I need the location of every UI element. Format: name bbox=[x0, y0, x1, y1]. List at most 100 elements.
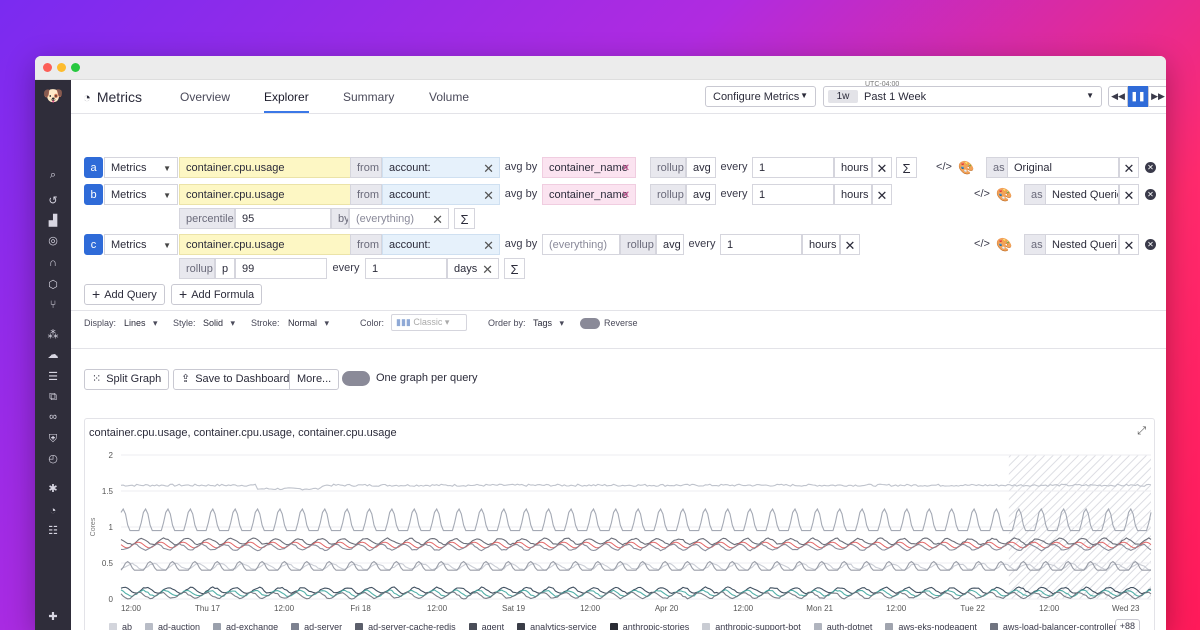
monitors-icon[interactable]: ◎ bbox=[45, 234, 61, 248]
tab-explorer[interactable]: Explorer bbox=[264, 90, 309, 113]
legend-item[interactable]: aws-eks-nodeagent bbox=[885, 622, 977, 630]
display-select[interactable]: Lines ▾ bbox=[124, 318, 158, 329]
tab-volume[interactable]: Volume bbox=[429, 90, 469, 104]
palette-icon[interactable]: 🎨 bbox=[996, 234, 1012, 255]
timeseries-chart[interactable]: 0 0.5 1 1.5 2 Cores 12:00 Thu 17 12:00 Fri 18 12:0… bbox=[85, 447, 1154, 615]
search-icon[interactable]: ⌕ bbox=[45, 168, 61, 182]
legend-item[interactable]: analytics-service bbox=[517, 622, 597, 630]
expand-icon[interactable]: ⤢ bbox=[1137, 425, 1146, 438]
avg-by-input[interactable]: container_name ✕ bbox=[542, 184, 636, 205]
code-icon[interactable]: </> bbox=[936, 157, 952, 178]
add-formula-button[interactable]: + Add Formula bbox=[171, 284, 263, 305]
every-input[interactable]: 1 bbox=[365, 258, 447, 279]
style-select[interactable]: Solid ▾ bbox=[203, 318, 235, 329]
datadog-logo-icon[interactable]: 🐶 bbox=[42, 86, 64, 108]
metric-input[interactable]: container.cpu.usage bbox=[179, 234, 351, 255]
every-input[interactable]: 1 bbox=[752, 157, 834, 178]
minimize-window-button[interactable] bbox=[57, 63, 66, 72]
query-letter[interactable]: c bbox=[84, 234, 103, 255]
close-window-button[interactable] bbox=[43, 63, 52, 72]
cloud-icon[interactable]: ☁ bbox=[45, 348, 61, 362]
add-query-button[interactable]: + Add Query bbox=[84, 284, 165, 305]
legend-item[interactable]: anthropic-support-bot bbox=[702, 622, 801, 630]
time-range-selector[interactable]: 1w Past 1 Week ▼ bbox=[823, 86, 1102, 107]
remove-function-icon[interactable]: ✕ bbox=[872, 184, 892, 205]
clear-icon[interactable]: ✕ bbox=[483, 235, 494, 254]
remove-query-icon[interactable]: ✕ bbox=[1145, 162, 1156, 173]
source-select[interactable]: Metrics ▼ bbox=[104, 234, 178, 255]
remove-query-icon[interactable]: ✕ bbox=[1145, 189, 1156, 200]
alias-input[interactable]: Nested Querie bbox=[1045, 184, 1119, 205]
from-input[interactable]: account: ✕ bbox=[382, 157, 500, 178]
unit-select[interactable]: hours bbox=[802, 234, 840, 255]
forward-button[interactable]: ▶▶ bbox=[1148, 86, 1166, 107]
rollup-value-input[interactable]: 99 bbox=[235, 258, 327, 279]
sigma-icon[interactable]: Σ bbox=[896, 157, 917, 178]
pause-button[interactable]: ❚❚ bbox=[1128, 86, 1148, 107]
avg-by-input[interactable]: (everything) bbox=[542, 234, 620, 255]
sigma-icon[interactable]: Σ bbox=[454, 208, 475, 229]
legend-item[interactable]: ad-server bbox=[291, 622, 342, 630]
remove-tag-icon[interactable]: ✕ bbox=[622, 158, 630, 177]
history-icon[interactable]: ↺ bbox=[45, 194, 61, 208]
remove-function-icon[interactable]: ✕ bbox=[840, 234, 860, 255]
alias-input[interactable]: Nested Queri bbox=[1045, 234, 1119, 255]
rollup-fn[interactable]: avg bbox=[656, 234, 684, 255]
metric-input[interactable]: container.cpu.usage bbox=[179, 157, 351, 178]
clear-icon[interactable]: ✕ bbox=[483, 185, 494, 204]
remove-query-icon[interactable]: ✕ bbox=[1145, 239, 1156, 250]
code-icon[interactable]: </> bbox=[974, 234, 990, 255]
legend-item[interactable]: ad-auction bbox=[145, 622, 200, 630]
percentile-input[interactable]: 95 bbox=[235, 208, 331, 229]
logs-icon[interactable]: ☰ bbox=[45, 370, 61, 384]
rollup-fn[interactable]: avg bbox=[686, 184, 716, 205]
more-button[interactable]: More... bbox=[289, 369, 340, 390]
unit-select[interactable]: hours bbox=[834, 184, 872, 205]
every-input[interactable]: 1 bbox=[720, 234, 802, 255]
metrics-icon[interactable]: ◔ bbox=[45, 504, 61, 518]
more-series-badge[interactable]: +88 bbox=[1114, 619, 1140, 630]
avg-by-input[interactable]: container_name ✕ bbox=[542, 157, 636, 178]
split-graph-button[interactable]: ⁙ Split Graph bbox=[84, 369, 170, 390]
save-to-dashboard-button[interactable]: ⇪ Save to Dashboard bbox=[173, 369, 298, 390]
palette-icon[interactable]: 🎨 bbox=[996, 184, 1012, 205]
apm-icon[interactable]: ⁂ bbox=[45, 328, 61, 342]
legend-item[interactable]: ad-server-cache-redis bbox=[355, 622, 456, 630]
query-letter[interactable]: b bbox=[84, 184, 103, 205]
dashboards-icon[interactable]: ▟ bbox=[45, 214, 61, 228]
rollup-fn[interactable]: p bbox=[215, 258, 235, 279]
alias-input[interactable]: Original bbox=[1007, 157, 1119, 178]
source-select[interactable]: Metrics ▼ bbox=[104, 184, 178, 205]
query-letter[interactable]: a bbox=[84, 157, 103, 178]
configure-metrics-button[interactable]: Configure Metrics ▼ bbox=[705, 86, 816, 107]
legend-item[interactable]: anthropic-stories bbox=[609, 622, 689, 630]
legend-item[interactable]: auth-dotnet bbox=[813, 622, 872, 630]
bug-icon[interactable]: ✱ bbox=[45, 482, 61, 496]
clear-icon[interactable]: ✕ bbox=[483, 158, 494, 177]
legend-item[interactable]: ab bbox=[109, 622, 132, 630]
from-input[interactable]: account: ✕ bbox=[382, 234, 500, 255]
source-select[interactable]: Metrics ▼ bbox=[104, 157, 178, 178]
metric-input[interactable]: container.cpu.usage bbox=[179, 184, 351, 205]
stroke-select[interactable]: Normal ▾ bbox=[288, 318, 329, 329]
reverse-toggle[interactable] bbox=[580, 318, 600, 329]
palette-icon[interactable]: 🎨 bbox=[958, 157, 974, 178]
legend-item[interactable]: agent bbox=[468, 622, 504, 630]
synthetics-icon[interactable]: ◴ bbox=[45, 452, 61, 466]
pages-icon[interactable]: ⧉ bbox=[45, 390, 61, 404]
remove-tag-icon[interactable]: ✕ bbox=[622, 185, 630, 204]
infrastructure-icon[interactable]: ⬡ bbox=[45, 278, 61, 292]
maximize-window-button[interactable] bbox=[71, 63, 80, 72]
from-input[interactable]: account: ✕ bbox=[382, 184, 500, 205]
clear-icon[interactable]: ✕ bbox=[432, 209, 443, 228]
rewind-button[interactable]: ◀◀ bbox=[1108, 86, 1128, 107]
unit-select[interactable]: days ✕ bbox=[447, 258, 499, 279]
sigma-icon[interactable]: Σ bbox=[504, 258, 525, 279]
legend-item[interactable]: ad-exchange bbox=[213, 622, 278, 630]
security-icon[interactable]: ⛨ bbox=[45, 432, 61, 446]
clear-alias-icon[interactable]: ✕ bbox=[1119, 234, 1139, 255]
tab-summary[interactable]: Summary bbox=[343, 90, 394, 104]
integrations-icon[interactable]: ⑂ bbox=[45, 298, 61, 312]
remove-function-icon[interactable]: ✕ bbox=[872, 157, 892, 178]
order-select[interactable]: Tags ▾ bbox=[533, 318, 564, 329]
